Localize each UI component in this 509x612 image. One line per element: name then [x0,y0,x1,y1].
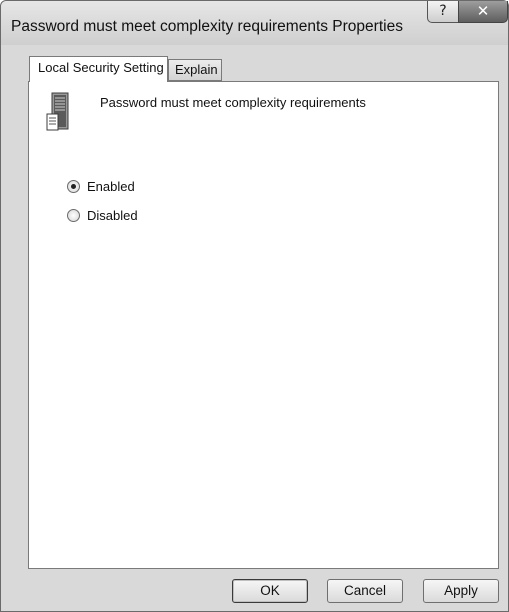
policy-name: Password must meet complexity requiremen… [100,95,366,110]
tab-explain[interactable]: Explain [168,59,222,81]
window-title: Password must meet complexity requiremen… [11,18,403,35]
ok-button[interactable]: OK [232,579,308,603]
tab-panel: Password must meet complexity requiremen… [28,81,499,569]
disabled-radio[interactable] [67,208,80,222]
disabled-label[interactable]: Disabled [87,208,138,223]
properties-dialog: Password must meet complexity requiremen… [0,0,509,612]
tab-local-security-setting[interactable]: Local Security Setting [29,56,168,82]
close-icon: ✕ [476,2,490,20]
enabled-radio[interactable] [67,179,80,193]
server-icon [46,92,69,131]
help-icon: ? [439,3,447,19]
help-button[interactable]: ? [427,1,459,23]
close-button[interactable]: ✕ [458,1,508,23]
cancel-button[interactable]: Cancel [327,579,403,603]
option-disabled[interactable]: Disabled [67,206,138,224]
option-enabled[interactable]: Enabled [67,177,135,195]
title-bar[interactable]: Password must meet complexity requiremen… [1,1,508,45]
apply-button[interactable]: Apply [423,579,499,603]
enabled-label[interactable]: Enabled [87,179,135,194]
